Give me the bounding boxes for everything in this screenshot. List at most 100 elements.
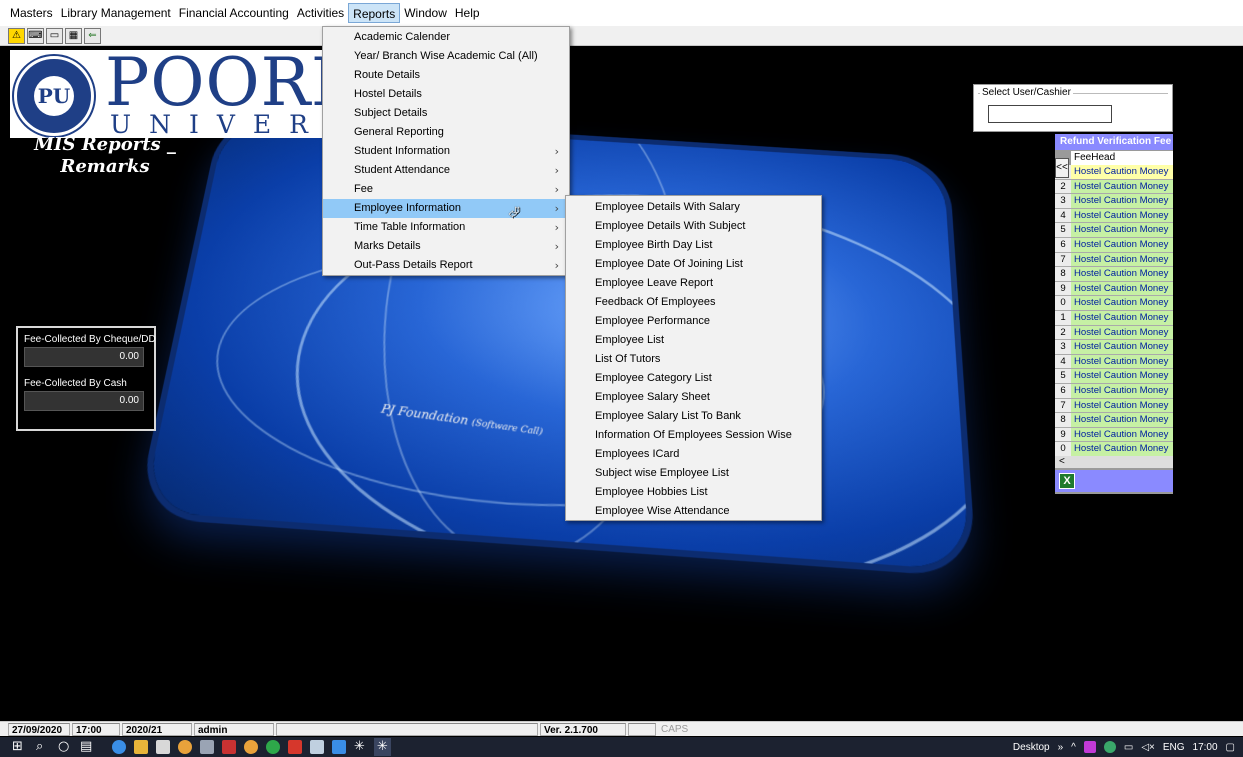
menu-item-subject-details[interactable]: Subject Details [323,104,569,123]
menu-item-employee-performance[interactable]: Employee Performance [566,312,821,331]
select-user-legend: Select User/Cashier [980,87,1073,98]
table-row[interactable]: 6 Hostel Caution Money [1055,383,1173,399]
table-row[interactable]: 3 Hostel Caution Money [1055,340,1173,355]
menu-item-hostel-details[interactable]: Hostel Details [323,85,569,104]
menu-reports[interactable]: Reports [348,3,401,23]
taskbar-clock[interactable]: 17:00 [1193,742,1218,753]
warning-icon[interactable]: ⚠ [8,27,25,44]
app-icon[interactable] [310,740,324,754]
menu-item-employee-salary-sheet[interactable]: Employee Salary Sheet [566,388,821,407]
table-row[interactable]: 2 Hostel Caution Money [1055,325,1173,341]
up-caret-icon[interactable]: ^ [1071,742,1076,753]
cortana-icon[interactable]: ○ [58,738,69,756]
desktop-label[interactable]: Desktop [1013,742,1050,753]
table-row[interactable]: 7 Hostel Caution Money [1055,398,1173,414]
menu-item-employee-birth-day-list[interactable]: Employee Birth Day List [566,236,821,255]
menu-item-fee[interactable]: Fee › [323,180,569,199]
menu-activities[interactable]: Activities [293,3,348,23]
menu-item-employees-icard[interactable]: Employees ICard [566,445,821,464]
table-row[interactable]: 9 Hostel Caution Money [1055,427,1173,443]
menu-item-employee-information[interactable]: Employee Information › [323,199,569,218]
menu-item-employee-list[interactable]: Employee List [566,331,821,350]
calculator-icon[interactable]: ▦ [65,27,82,44]
chrome-icon[interactable] [178,740,192,754]
menu-item-label: Year/ Branch Wise Academic Cal (All) [354,50,538,62]
file-explorer-icon[interactable] [134,740,148,754]
search-icon[interactable]: ⌕ [36,738,43,756]
keyboard-icon[interactable]: ⌨ [27,27,44,44]
acrobat-icon[interactable] [288,740,302,754]
menu-item-marks-details[interactable]: Marks Details › [323,237,569,256]
menu-item-feedback-of-employees[interactable]: Feedback Of Employees [566,293,821,312]
table-row[interactable]: 2 Hostel Caution Money [1055,179,1173,195]
menu-item-employee-wise-attendance[interactable]: Employee Wise Attendance [566,502,821,521]
menu-item-route-details[interactable]: Route Details [323,66,569,85]
table-row[interactable]: 0 Hostel Caution Money [1055,442,1173,457]
table-row[interactable]: 8 Hostel Caution Money [1055,267,1173,282]
table-row[interactable]: 1 Hostel Caution Money [1055,310,1173,326]
menu-item-subject-wise-employee-list[interactable]: Subject wise Employee List [566,464,821,483]
table-row[interactable]: 9 Hostel Caution Money [1055,281,1173,297]
tray-app-icon[interactable] [1103,741,1116,753]
menu-window[interactable]: Window [400,3,451,23]
store-icon[interactable] [156,740,170,754]
menu-item-student-attendance[interactable]: Student Attendance › [323,161,569,180]
menu-item-employee-details-with-subject[interactable]: Employee Details With Subject [566,217,821,236]
table-row[interactable]: 7 Hostel Caution Money [1055,252,1173,268]
excel-export-icon[interactable]: X [1059,473,1075,489]
reports-menu: Academic Calender Year/ Branch Wise Acade… [322,26,570,276]
menu-item-time-table-information[interactable]: Time Table Information › [323,218,569,237]
menu-item-information-of-employees-session-wise[interactable]: Information Of Employees Session Wise [566,426,821,445]
app-icon[interactable] [200,740,214,754]
menu-item-academic-calender[interactable]: Academic Calender [323,28,569,47]
user-cashier-input[interactable] [988,105,1112,123]
menu-item-year-branch-wise-academic-cal-all-[interactable]: Year/ Branch Wise Academic Cal (All) [323,47,569,66]
table-row[interactable]: 5 Hostel Caution Money [1055,223,1173,238]
filezilla-icon[interactable] [222,740,236,754]
fee-head-cell: Hostel Caution Money [1071,267,1173,282]
menu-item-employee-category-list[interactable]: Employee Category List [566,369,821,388]
menu-item-list-of-tutors[interactable]: List Of Tutors [566,350,821,369]
edge-icon[interactable] [112,740,126,754]
menu-financial-accounting[interactable]: Financial Accounting [175,3,293,23]
menu-library-management[interactable]: Library Management [57,3,175,23]
university-logo: PU POORNIMA UNIVERSITY [10,50,335,138]
exit-icon[interactable]: ⇐ [84,27,101,44]
menu-item-general-reporting[interactable]: General Reporting [323,123,569,142]
table-row[interactable]: 5 Hostel Caution Money [1055,369,1173,384]
chevron-icon[interactable]: » [1058,742,1064,753]
menu-masters[interactable]: Masters [6,3,57,23]
table-row[interactable]: Hostel Caution Money [1055,165,1173,180]
table-row[interactable]: 4 Hostel Caution Money [1055,354,1173,370]
menu-item-student-information[interactable]: Student Information › [323,142,569,161]
monitor-icon[interactable] [332,740,346,754]
volume-muted-icon[interactable]: ◁× [1141,742,1155,753]
snowflake-icon[interactable]: ✳ [354,738,365,756]
menu-item-employee-salary-list-to-bank[interactable]: Employee Salary List To Bank [566,407,821,426]
network-icon[interactable]: ▭ [1124,742,1133,753]
menu-item-employee-date-of-joining-list[interactable]: Employee Date Of Joining List [566,255,821,274]
notification-icon[interactable]: ▢ [1226,742,1235,753]
cash-label: Fee-Collected By Cash [24,378,127,389]
menu-item-employee-hobbies-list[interactable]: Employee Hobbies List [566,483,821,502]
collapse-button[interactable]: << [1055,158,1069,178]
table-row[interactable]: 6 Hostel Caution Money [1055,237,1173,253]
app-icon[interactable] [266,740,280,754]
table-row[interactable]: 8 Hostel Caution Money [1055,413,1173,428]
menu-help[interactable]: Help [451,3,484,23]
chrome-icon[interactable] [244,740,258,754]
windows-start-icon[interactable]: ⊞ [12,738,23,756]
menu-item-employee-leave-report[interactable]: Employee Leave Report [566,274,821,293]
status-time: 17:00 [72,723,120,736]
horizontal-scrollbar[interactable]: < [1055,456,1173,468]
language-indicator[interactable]: ENG [1163,742,1185,753]
task-view-icon[interactable]: ▤ [80,738,92,756]
menu-item-employee-details-with-salary[interactable]: Employee Details With Salary [566,198,821,217]
tray-app-icon[interactable] [1083,741,1096,753]
window-icon[interactable]: ▭ [46,27,63,44]
table-row[interactable]: 0 Hostel Caution Money [1055,296,1173,311]
menu-item-out-pass-details-report[interactable]: Out-Pass Details Report › [323,256,569,275]
snowflake-active-icon[interactable]: ✳ [374,738,391,756]
table-row[interactable]: 3 Hostel Caution Money [1055,194,1173,209]
table-row[interactable]: 4 Hostel Caution Money [1055,208,1173,224]
